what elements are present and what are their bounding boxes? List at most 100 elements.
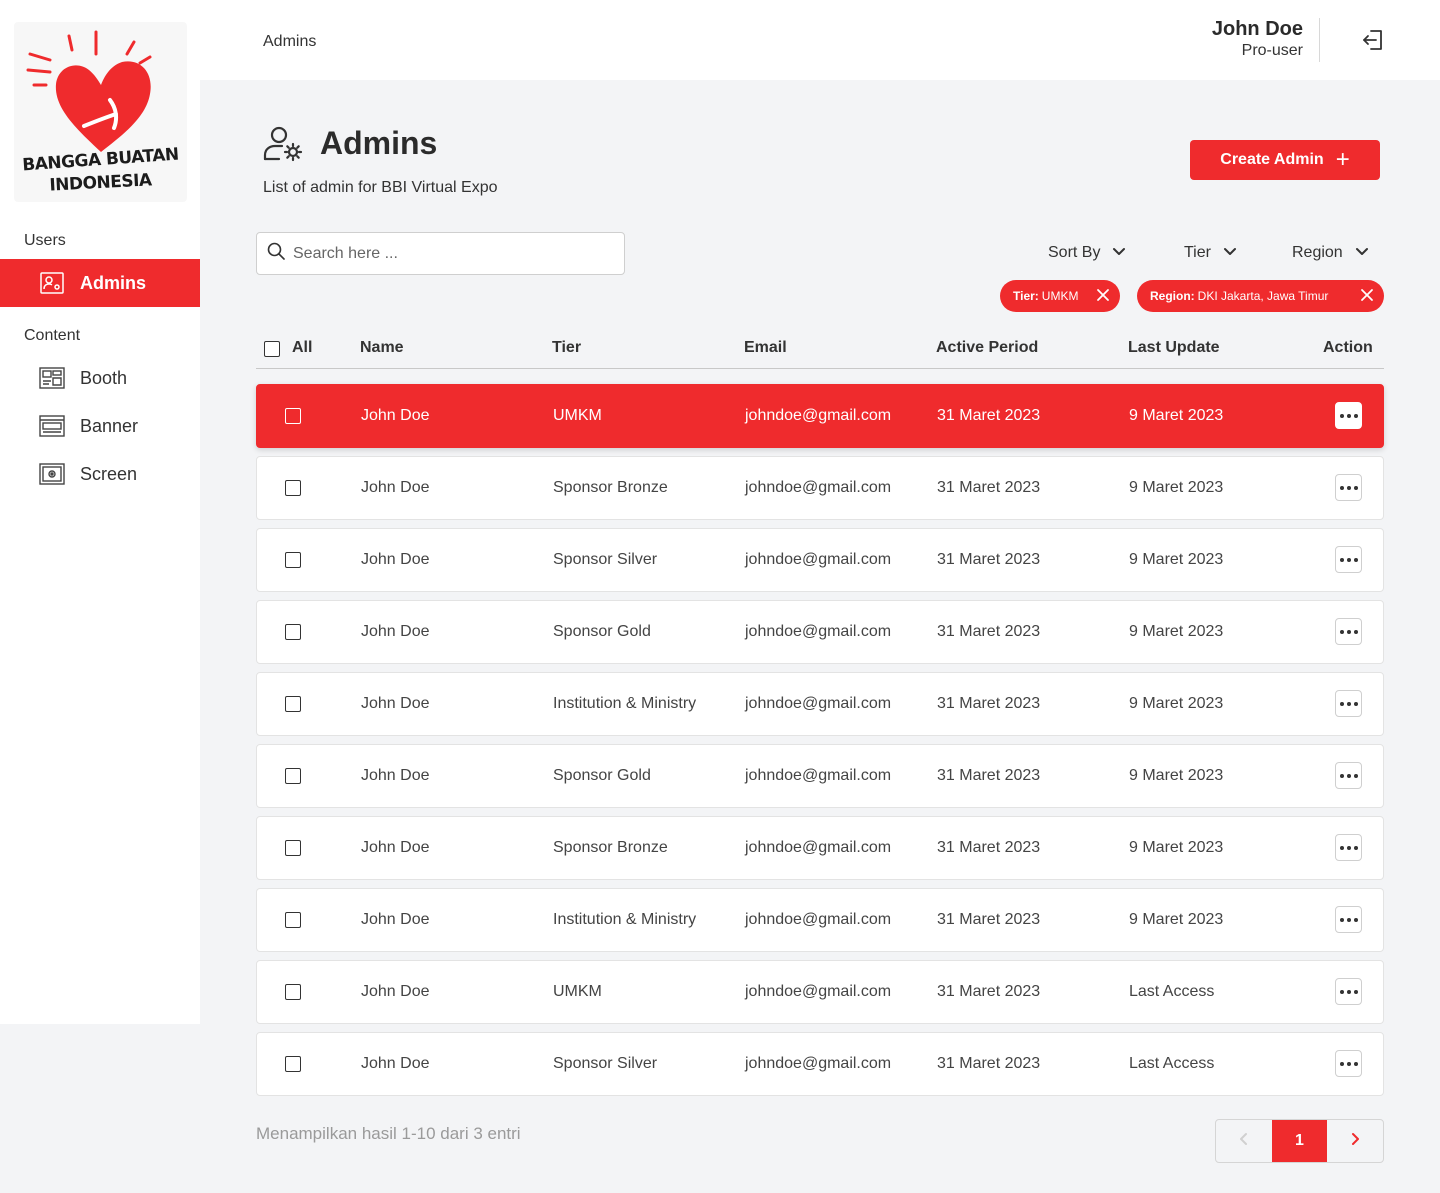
row-checkbox[interactable]: [285, 624, 301, 640]
sidebar-item-banner[interactable]: Banner: [0, 402, 200, 450]
table-row[interactable]: John Doe Institution & Ministry johndoe@gm…: [256, 672, 1384, 736]
region-dropdown[interactable]: Region: [1292, 244, 1369, 262]
more-icon: [1339, 773, 1358, 778]
chevron-down-icon: [1223, 244, 1237, 262]
table-header: All Name Tier Email Active Period Last U…: [256, 336, 1384, 369]
table-row[interactable]: John Doe UMKM johndoe@gmail.com 31 Maret 20…: [256, 960, 1384, 1024]
cell-email: johndoe@gmail.com: [745, 479, 892, 496]
cell-active-period: 31 Maret 2023: [937, 407, 1041, 424]
row-action-button[interactable]: [1335, 690, 1362, 717]
row-action-button[interactable]: [1335, 978, 1362, 1005]
more-icon: [1339, 485, 1358, 490]
filter-chip-tier: Tier: UMKM: [1000, 280, 1120, 312]
row-checkbox[interactable]: [285, 696, 301, 712]
filter-chip-region: Region: DKI Jakarta, Jawa Timur: [1137, 280, 1384, 312]
more-icon: [1339, 845, 1358, 850]
chip-value: DKI Jakarta, Jawa Timur: [1197, 289, 1329, 303]
row-checkbox[interactable]: [285, 408, 301, 424]
table-row[interactable]: John Doe Sponsor Silver johndoe@gmail.com 3…: [256, 1032, 1384, 1096]
row-action-button[interactable]: [1335, 402, 1362, 429]
cell-last-update: 9 Maret 2023: [1129, 695, 1224, 712]
admin-settings-icon: [262, 125, 304, 168]
search-box[interactable]: [256, 232, 625, 275]
row-action-button[interactable]: [1335, 834, 1362, 861]
row-action-button[interactable]: [1335, 546, 1362, 573]
column-all: All: [292, 339, 313, 356]
sidebar-section-content: Content: [24, 327, 81, 344]
cell-last-update: 9 Maret 2023: [1129, 911, 1224, 928]
prev-page-button[interactable]: [1216, 1120, 1272, 1162]
sidebar-item-booth[interactable]: Booth: [0, 354, 200, 402]
close-icon[interactable]: [1096, 288, 1110, 305]
sort-by-dropdown[interactable]: Sort By: [1048, 244, 1126, 262]
table-row[interactable]: John Doe Sponsor Gold johndoe@gmail.com 31 …: [256, 744, 1384, 808]
row-action-button[interactable]: [1335, 474, 1362, 501]
cell-active-period: 31 Maret 2023: [937, 623, 1041, 640]
cell-name: John Doe: [361, 839, 430, 856]
row-action-button[interactable]: [1335, 618, 1362, 645]
cell-tier: Institution & Ministry: [553, 911, 697, 928]
row-action-button[interactable]: [1335, 762, 1362, 789]
user-role: Pro-user: [1241, 42, 1303, 59]
chevron-down-icon: [1112, 244, 1126, 262]
column-name: Name: [360, 339, 404, 356]
cell-name: John Doe: [361, 479, 430, 496]
column-action: Action: [1323, 339, 1373, 356]
row-checkbox[interactable]: [285, 840, 301, 856]
table-row[interactable]: John Doe Sponsor Gold johndoe@gmail.com 31 …: [256, 600, 1384, 664]
more-icon: [1339, 1061, 1358, 1066]
more-icon: [1339, 989, 1358, 994]
row-checkbox[interactable]: [285, 768, 301, 784]
breadcrumb[interactable]: Admins: [263, 33, 316, 51]
sidebar-item-admins[interactable]: Admins: [0, 259, 200, 307]
brand-logo: BANGGA BUATAN INDONESIA: [14, 22, 187, 202]
row-checkbox[interactable]: [285, 1056, 301, 1072]
cell-name: John Doe: [361, 911, 430, 928]
table-row[interactable]: John Doe Sponsor Bronze johndoe@gmail.com 3…: [256, 456, 1384, 520]
page-1-button[interactable]: 1: [1271, 1120, 1328, 1162]
search-input[interactable]: [293, 244, 613, 263]
cell-name: John Doe: [361, 1055, 430, 1072]
table-row[interactable]: John Doe Sponsor Silver johndoe@gmail.com 3…: [256, 528, 1384, 592]
tier-dropdown[interactable]: Tier: [1184, 244, 1237, 262]
sidebar-item-label: Banner: [80, 415, 139, 436]
row-checkbox[interactable]: [285, 552, 301, 568]
cell-last-update: 9 Maret 2023: [1129, 623, 1224, 640]
booth-icon: [38, 364, 66, 392]
create-admin-button[interactable]: Create Admin +: [1190, 140, 1380, 180]
row-action-button[interactable]: [1335, 906, 1362, 933]
pagination: 1: [1215, 1119, 1384, 1163]
row-checkbox[interactable]: [285, 480, 301, 496]
cell-active-period: 31 Maret 2023: [937, 551, 1041, 568]
chevron-right-icon: [1350, 1132, 1360, 1151]
cell-last-update: 9 Maret 2023: [1129, 839, 1224, 856]
sidebar-item-label: Screen: [80, 463, 138, 484]
next-page-button[interactable]: [1327, 1120, 1383, 1162]
chip-key: Region:: [1150, 289, 1195, 303]
table-row[interactable]: John Doe Institution & Ministry johndoe@gm…: [256, 888, 1384, 952]
row-action-button[interactable]: [1335, 1050, 1362, 1077]
logout-icon[interactable]: [1361, 28, 1385, 52]
table-row[interactable]: John Doe Sponsor Bronze johndoe@gmail.com 3…: [256, 816, 1384, 880]
user-name: John Doe: [1211, 18, 1303, 40]
row-checkbox[interactable]: [285, 912, 301, 928]
sidebar-item-screen[interactable]: Screen: [0, 450, 200, 498]
cell-name: John Doe: [361, 767, 430, 784]
sort-by-label: Sort By: [1048, 244, 1101, 261]
cell-active-period: 31 Maret 2023: [937, 911, 1041, 928]
cell-last-update: 9 Maret 2023: [1129, 551, 1224, 568]
cell-tier: Sponsor Silver: [553, 551, 658, 568]
select-all-checkbox[interactable]: [264, 341, 280, 357]
create-admin-label: Create Admin: [1220, 151, 1324, 168]
cell-name: John Doe: [361, 551, 430, 568]
cell-active-period: 31 Maret 2023: [937, 983, 1041, 1000]
more-icon: [1339, 917, 1358, 922]
more-icon: [1339, 629, 1358, 634]
cell-email: johndoe@gmail.com: [745, 695, 892, 712]
cell-name: John Doe: [361, 623, 430, 640]
cell-last-update: 9 Maret 2023: [1129, 479, 1224, 496]
table-row[interactable]: John Doe UMKM johndoe@gmail.com 31 Maret 20…: [256, 384, 1384, 448]
close-icon[interactable]: [1360, 288, 1374, 305]
row-checkbox[interactable]: [285, 984, 301, 1000]
results-summary: Menampilkan hasil 1-10 dari 3 entri: [256, 1124, 521, 1143]
